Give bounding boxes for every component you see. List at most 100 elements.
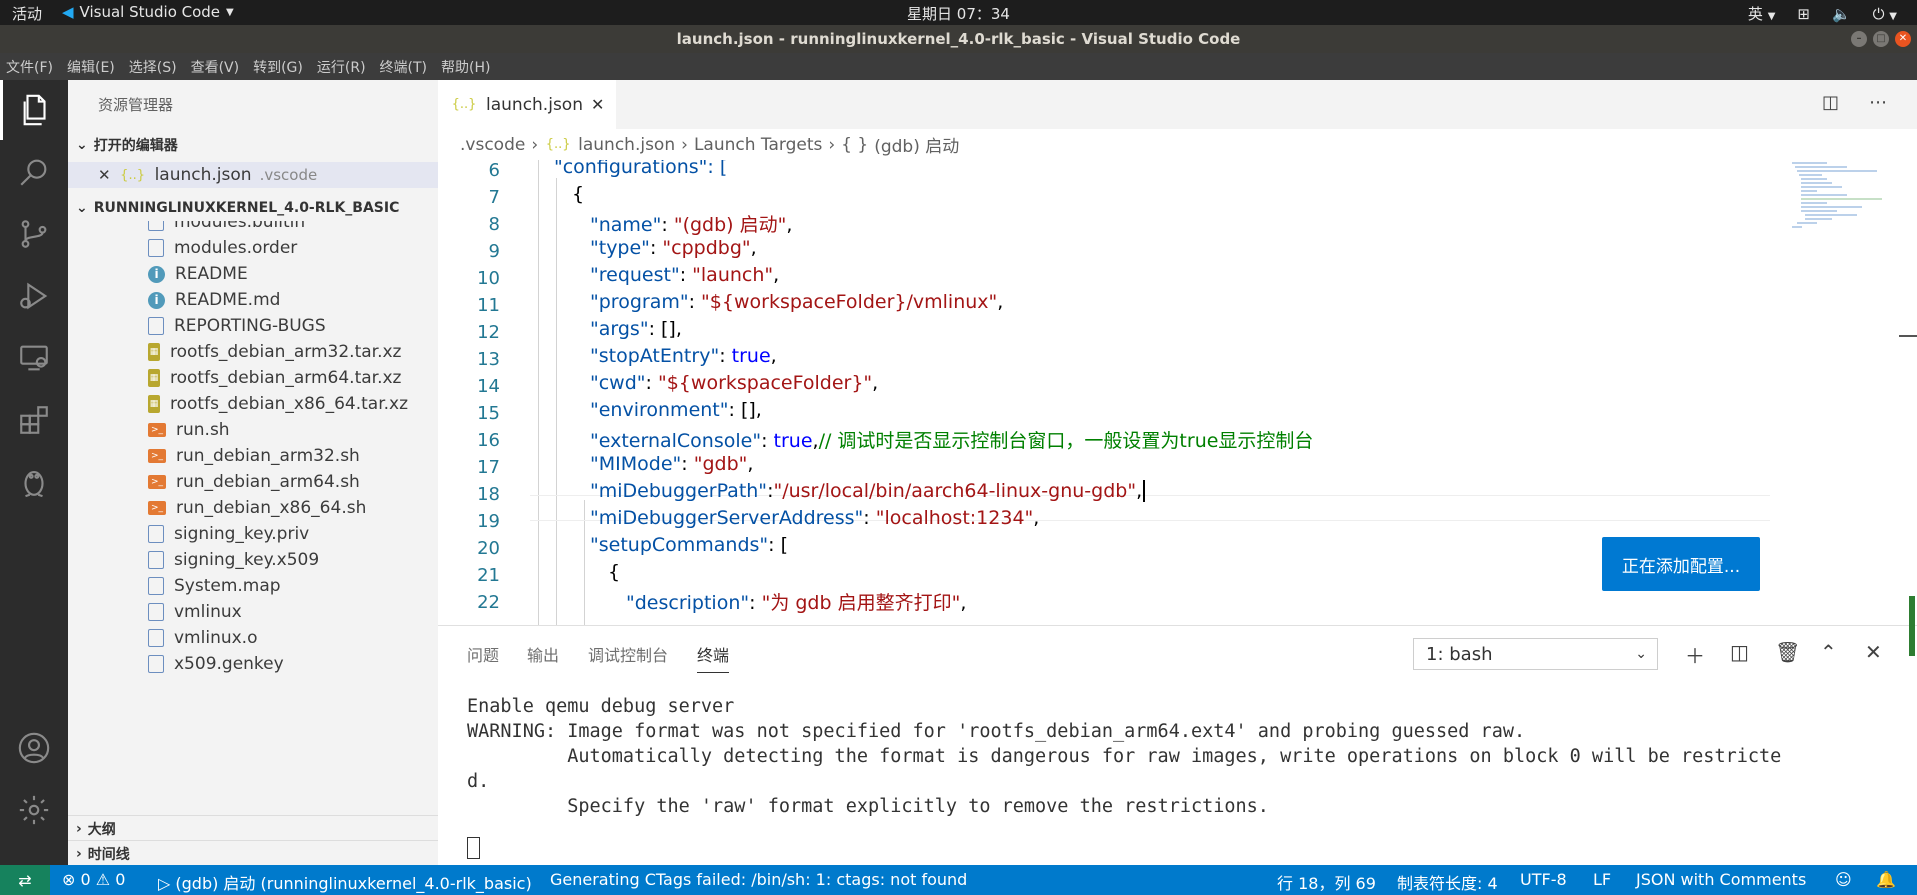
menu-run[interactable]: 运行(R): [317, 57, 366, 77]
linux-penguin-icon[interactable]: [0, 452, 68, 512]
file-item[interactable]: i README.md: [148, 287, 280, 313]
file-name: vmlinux.o: [174, 628, 258, 648]
timeline-header[interactable]: › 时间线: [68, 840, 438, 866]
file-item[interactable]: System.map: [148, 573, 281, 599]
menu-file[interactable]: 文件(F): [6, 57, 53, 77]
problems-status[interactable]: ⊗ 0 ⚠ 0: [62, 870, 125, 889]
terminal-select[interactable]: 1: bash ⌄: [1413, 638, 1658, 670]
file-item[interactable]: vmlinux: [148, 599, 242, 625]
breadcrumb-section[interactable]: Launch Targets: [694, 135, 822, 155]
file-item[interactable]: signing_key.x509: [148, 547, 319, 573]
run-debug-icon[interactable]: [0, 266, 68, 326]
language-mode[interactable]: JSON with Comments: [1636, 870, 1806, 889]
clock[interactable]: 星期日 07：34: [0, 3, 1917, 24]
input-method[interactable]: 英 ▼: [1748, 3, 1776, 24]
tab-debug-console[interactable]: 调试控制台: [588, 642, 668, 666]
menu-edit[interactable]: 编辑(E): [67, 57, 115, 77]
maximize-panel-icon[interactable]: ⌃: [1820, 640, 1837, 664]
file-item[interactable]: vmlinux.o: [148, 625, 257, 651]
close-window-icon[interactable]: ✕: [1895, 31, 1911, 47]
menu-go[interactable]: 转到(G): [253, 57, 303, 77]
editor-tabs: {..} launch.json ✕ ◫ ⋯: [438, 80, 1917, 129]
end-of-line[interactable]: LF: [1593, 870, 1611, 889]
maximize-icon[interactable]: □: [1873, 31, 1889, 47]
file-item[interactable]: modules.order: [148, 235, 297, 261]
activity-bar: [0, 80, 68, 865]
open-editor-item[interactable]: ✕ {..} launch.json .vscode: [68, 162, 438, 188]
open-editors-header[interactable]: ⌄ 打开的编辑器: [68, 132, 438, 158]
tab-problems[interactable]: 问题: [467, 642, 499, 666]
file-icon: [148, 525, 164, 543]
tab-terminal[interactable]: 终端: [697, 642, 730, 673]
menu-view[interactable]: 查看(V): [191, 57, 240, 77]
menu-help[interactable]: 帮助(H): [441, 57, 490, 77]
system-tray[interactable]: 英 ▼ ⊞ 🔈 ⏻ ▼: [1748, 3, 1897, 24]
tab-size[interactable]: 制表符长度: 4: [1397, 870, 1498, 894]
remote-explorer-icon[interactable]: [0, 328, 68, 388]
new-terminal-icon[interactable]: ＋: [1685, 640, 1705, 669]
json-file-icon: {..}: [120, 167, 145, 183]
breadcrumb-file[interactable]: launch.json: [578, 135, 675, 155]
breadcrumb-folder[interactable]: .vscode: [460, 135, 525, 155]
split-editor-icon[interactable]: ◫: [1822, 92, 1839, 113]
outline-header[interactable]: › 大纲: [68, 815, 438, 841]
file-item[interactable]: x509.genkey: [148, 651, 284, 677]
menu-bar: 文件(F) 编辑(E) 选择(S) 查看(V) 转到(G) 运行(R) 终端(T…: [0, 53, 1917, 80]
line-number: 16: [477, 430, 500, 451]
account-icon[interactable]: [0, 718, 68, 778]
shell-script-icon: >_: [148, 501, 166, 515]
terminal-line: d.: [467, 771, 490, 792]
explorer-icon[interactable]: [0, 80, 68, 140]
chevron-down-icon: ⌄: [76, 200, 88, 216]
encoding[interactable]: UTF-8: [1520, 870, 1567, 889]
manage-gear-icon[interactable]: [0, 780, 68, 840]
file-item[interactable]: >_ run_debian_x86_64.sh: [148, 495, 366, 521]
split-terminal-icon[interactable]: ◫: [1730, 640, 1749, 664]
project-header[interactable]: ⌄ RUNNINGLINUXKERNEL_4.0-RLK_BASIC: [68, 195, 438, 221]
power-icon: ⏻ ▼: [1872, 4, 1897, 23]
overview-ruler-marker: [1899, 335, 1917, 337]
file-item[interactable]: >_ run_debian_arm64.sh: [148, 469, 360, 495]
code-line: "MIMode": "gdb",: [590, 453, 754, 475]
tab-launch-json[interactable]: {..} launch.json ✕: [438, 80, 616, 129]
volume-icon: 🔈: [1831, 4, 1851, 23]
close-icon[interactable]: ✕: [591, 95, 604, 114]
file-name: rootfs_debian_arm32.tar.xz: [170, 342, 402, 362]
code-line: "cwd": "${workspaceFolder}",: [590, 372, 879, 394]
file-item[interactable]: >_ run_debian_arm32.sh: [148, 443, 360, 469]
tab-output[interactable]: 输出: [527, 642, 559, 666]
scrollbar-thumb[interactable]: [1909, 596, 1915, 656]
extensions-icon[interactable]: [0, 390, 68, 450]
menu-terminal[interactable]: 终端(T): [380, 57, 427, 77]
feedback-icon[interactable]: ☺: [1835, 870, 1852, 889]
file-item[interactable]: REPORTING-BUGS: [148, 313, 326, 339]
file-icon: [148, 629, 164, 647]
file-item[interactable]: i README: [148, 261, 248, 287]
play-icon: ▷: [158, 874, 176, 893]
code-line: "description": "为 gdb 启用整齐打印",: [626, 592, 967, 614]
file-item[interactable]: ▦ rootfs_debian_x86_64.tar.xz: [148, 391, 408, 417]
code-line: "name": "(gdb) 启动",: [590, 214, 793, 236]
more-actions-icon[interactable]: ⋯: [1869, 92, 1887, 113]
close-panel-icon[interactable]: ✕: [1865, 640, 1882, 664]
remote-icon[interactable]: ⇄: [0, 865, 50, 895]
search-icon[interactable]: [0, 142, 68, 202]
file-item[interactable]: modules.builtin: [148, 221, 305, 235]
archive-icon: ▦: [148, 395, 160, 413]
trash-icon[interactable]: 🗑: [1775, 640, 1800, 664]
file-name: x509.genkey: [174, 654, 284, 674]
file-item[interactable]: >_ run.sh: [148, 417, 230, 443]
notifications-bell-icon[interactable]: 🔔: [1876, 870, 1896, 889]
file-item[interactable]: ▦ rootfs_debian_arm64.tar.xz: [148, 365, 401, 391]
debug-status[interactable]: ▷ (gdb) 启动 (runninglinuxkernel_4.0-rlk_b…: [158, 870, 532, 894]
file-item[interactable]: signing_key.priv: [148, 521, 309, 547]
source-control-icon[interactable]: [0, 204, 68, 264]
minimize-icon[interactable]: –: [1851, 31, 1867, 47]
breadcrumb-object[interactable]: (gdb) 启动: [874, 132, 959, 157]
menu-selection[interactable]: 选择(S): [129, 57, 177, 77]
close-icon[interactable]: ✕: [98, 166, 111, 184]
cursor-position[interactable]: 行 18，列 69: [1277, 870, 1376, 894]
adding-configuration-notification[interactable]: 正在添加配置...: [1602, 537, 1760, 591]
file-item[interactable]: ▦ rootfs_debian_arm32.tar.xz: [148, 339, 401, 365]
minimap[interactable]: [1787, 160, 1897, 240]
